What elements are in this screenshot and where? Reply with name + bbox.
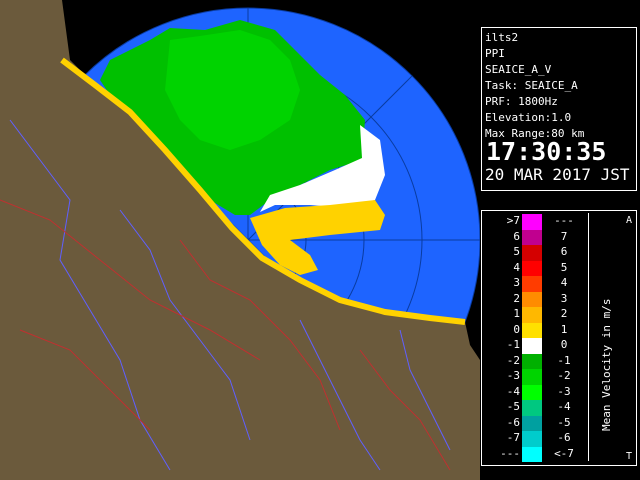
legend-right-value: -5	[557, 415, 571, 429]
legend-right-value: 7	[560, 229, 568, 243]
legend-left-value: 1	[513, 307, 520, 320]
legend-right-value: 2	[560, 307, 568, 320]
legend-left-value: -1	[506, 338, 520, 351]
legend-left-value: -6	[506, 415, 520, 429]
product-name: PPI	[485, 47, 505, 60]
legend-left-value: 6	[513, 229, 520, 243]
legend-right-value: 4	[560, 276, 568, 289]
legend-color-swatch	[522, 260, 542, 276]
legend-left-value: -5	[506, 400, 520, 413]
legend-color-swatch	[522, 245, 542, 261]
legend-right-value: 0	[560, 338, 568, 351]
legend-color-swatch	[522, 384, 542, 400]
legend-corner-top: A	[626, 215, 633, 226]
legend-right-value: 1	[560, 322, 568, 336]
legend-title: Mean Velocity in m/s	[600, 298, 613, 431]
legend-right-value: -1	[557, 353, 571, 367]
velocity-legend: >7 --- 6 7 5 6 4 5 3 4 2 3 1 2 0 1 -1 0 -2 -1 -3 -2 -4 -3 -5 -4 -6…	[481, 210, 637, 466]
legend-color-swatch	[522, 431, 542, 447]
legend-color-swatch	[522, 307, 542, 323]
task-name: Task: SEAICE_A	[485, 79, 578, 92]
legend-left-value: 0	[513, 322, 520, 336]
legend-color-swatch	[522, 229, 542, 245]
legend-left-value: 5	[513, 245, 520, 258]
legend-left-value: 3	[513, 276, 520, 289]
legend-right-value: ---	[554, 214, 574, 227]
scan-time: 17:30:35	[486, 137, 607, 166]
legend-right-value: -4	[557, 400, 571, 413]
legend-color-swatch	[522, 353, 542, 369]
scan-date: 20 MAR 2017 JST	[485, 165, 630, 184]
legend-color-swatch	[522, 369, 542, 385]
elevation-value: Elevation:1.0	[485, 111, 572, 124]
legend-right-value: 6	[560, 245, 568, 258]
legend-right-value: -6	[557, 431, 571, 444]
legend-left-value: -7	[506, 431, 520, 444]
radar-info-panel: ilts2 PPI SEAICE_A_V Task: SEAICE_A PRF:…	[481, 27, 637, 191]
legend-color-swatch	[522, 214, 542, 230]
legend-color-swatch	[522, 338, 542, 354]
legend-left-value: 2	[513, 291, 520, 305]
radar-ppi-map[interactable]	[0, 0, 480, 480]
legend-corner-bottom: T	[626, 451, 633, 462]
legend-right-value: 5	[560, 260, 568, 274]
legend-color-swatch	[522, 322, 542, 338]
legend-left-value: >7	[506, 214, 520, 227]
legend-left-value: -2	[506, 353, 520, 367]
legend-right-value: 3	[560, 291, 568, 305]
legend-color-swatch	[522, 446, 542, 462]
legend-left-value: -4	[506, 384, 520, 398]
legend-left-value: -3	[506, 369, 520, 382]
legend-left-value: 4	[513, 260, 520, 274]
legend-color-swatch	[522, 291, 542, 307]
legend-right-value: -2	[557, 369, 571, 382]
site-name: ilts2	[485, 31, 519, 44]
legend-color-swatch	[522, 400, 542, 416]
prf-value: PRF: 1800Hz	[485, 95, 558, 108]
legend-right-value: -3	[557, 384, 571, 398]
legend-color-swatch	[522, 415, 542, 431]
legend-left-value: ---	[500, 446, 520, 460]
volume-name: SEAICE_A_V	[485, 63, 552, 76]
legend-right-value: <-7	[554, 446, 574, 460]
legend-color-swatch	[522, 276, 542, 292]
